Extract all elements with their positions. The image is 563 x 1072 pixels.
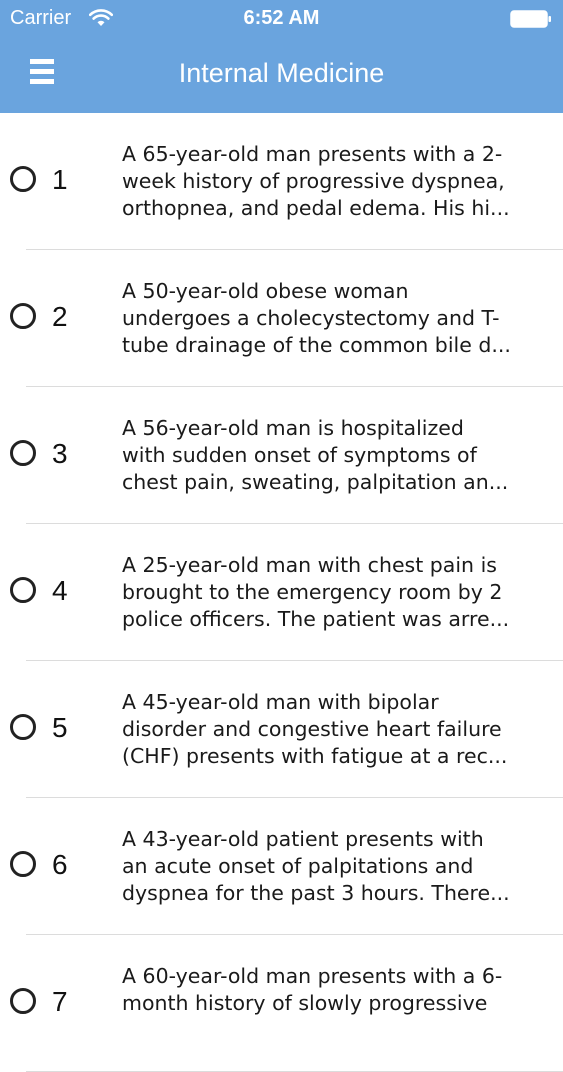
question-text-line: chest pain, sweating, palpitation an... xyxy=(122,470,509,494)
radio-button[interactable] xyxy=(10,303,36,329)
question-text-line: orthopnea, and pedal edema. His hi... xyxy=(122,196,510,220)
status-bar: Carrier 6:52 AM xyxy=(0,0,563,40)
question-number: 2 xyxy=(52,301,68,332)
question-text-line: week history of progressive dyspnea, xyxy=(122,169,505,193)
question-text-line: brought to the emergency room by 2 xyxy=(122,580,503,604)
app-header: Carrier 6:52 AM Internal Medicine xyxy=(0,0,563,113)
question-text-line: A 43-year-old patient presents with xyxy=(122,827,484,851)
question-text-line: (CHF) presents with fatigue at a rec... xyxy=(122,744,508,768)
question-text-line: an acute onset of palpitations and xyxy=(122,854,474,878)
question-text: A 25-year-old man with chest pain is brou… xyxy=(122,552,542,633)
page-title: Internal Medicine xyxy=(178,58,385,88)
radio-button[interactable] xyxy=(10,166,36,192)
question-row[interactable]: 6 A 43-year-old patient presents with an a… xyxy=(0,798,563,935)
question-text-line: A 45-year-old man with bipolar xyxy=(122,690,439,714)
question-row[interactable]: 5 A 45-year-old man with bipolar disorder … xyxy=(0,661,563,798)
battery-full-icon xyxy=(510,10,551,28)
question-text: A 43-year-old patient presents with an ac… xyxy=(122,826,542,907)
question-row[interactable]: 1 A 65-year-old man presents with a 2- wee… xyxy=(0,113,563,250)
radio-button[interactable] xyxy=(10,851,36,877)
question-text-line: undergoes a cholecystectomy and T- xyxy=(122,306,500,330)
question-number: 1 xyxy=(52,164,68,195)
question-text: A 45-year-old man with bipolar disorder a… xyxy=(122,689,542,770)
radio-button[interactable] xyxy=(10,440,36,466)
radio-button[interactable] xyxy=(10,988,36,1014)
question-text: A 60-year-old man presents with a 6- mont… xyxy=(122,963,542,1017)
question-number: 7 xyxy=(52,986,68,1017)
question-row[interactable]: 2 A 50-year-old obese woman undergoes a ch… xyxy=(0,250,563,387)
radio-button[interactable] xyxy=(10,577,36,603)
question-text-line: police officers. The patient was arre... xyxy=(122,607,510,631)
question-text-line: month history of slowly progressive xyxy=(122,991,488,1015)
question-text: A 56-year-old man is hospitalized with su… xyxy=(122,415,542,496)
question-text-line: dyspnea for the past 3 hours. There... xyxy=(122,881,510,905)
question-list: 1 A 65-year-old man presents with a 2- wee… xyxy=(0,113,563,1072)
question-number: 5 xyxy=(52,712,68,743)
question-text-line: A 60-year-old man presents with a 6- xyxy=(122,964,503,988)
question-text-line: A 65-year-old man presents with a 2- xyxy=(122,142,503,166)
question-text-line: with sudden onset of symptoms of xyxy=(122,443,477,467)
question-text-line: tube drainage of the common bile d... xyxy=(122,333,511,357)
question-text: A 65-year-old man presents with a 2- week… xyxy=(122,141,542,222)
question-text-line: A 56-year-old man is hospitalized xyxy=(122,416,464,440)
navigation-bar: Internal Medicine xyxy=(0,40,563,113)
question-text-line: A 50-year-old obese woman xyxy=(122,279,409,303)
question-number: 4 xyxy=(52,575,68,606)
question-text: A 50-year-old obese woman undergoes a cho… xyxy=(122,278,542,359)
question-row[interactable]: 7 A 60-year-old man presents with a 6- mon… xyxy=(0,935,563,1072)
question-row[interactable]: 3 A 56-year-old man is hospitalized with s… xyxy=(0,387,563,524)
radio-button[interactable] xyxy=(10,714,36,740)
question-text-line: disorder and congestive heart failure xyxy=(122,717,502,741)
status-time: 6:52 AM xyxy=(243,7,320,29)
question-number: 6 xyxy=(52,849,68,880)
question-text-line: A 25-year-old man with chest pain is xyxy=(122,553,497,577)
question-number: 3 xyxy=(52,438,68,469)
question-row[interactable]: 4 A 25-year-old man with chest pain is bro… xyxy=(0,524,563,661)
